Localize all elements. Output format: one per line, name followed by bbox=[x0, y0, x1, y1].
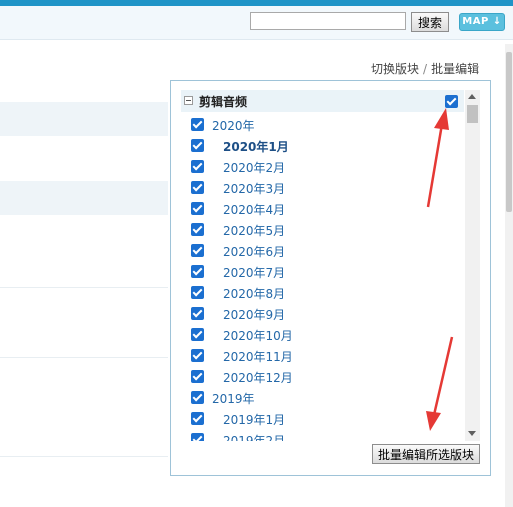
item-label[interactable]: 2020年10月 bbox=[223, 327, 293, 344]
item-label[interactable]: 2020年6月 bbox=[223, 243, 285, 260]
switch-board-link[interactable]: 切换版块 bbox=[371, 62, 419, 76]
item-label[interactable]: 2020年11月 bbox=[223, 348, 293, 365]
page-scroll-thumb[interactable] bbox=[506, 52, 512, 212]
item-label[interactable]: 2020年5月 bbox=[223, 222, 285, 239]
tree-item[interactable]: 2020年6月 bbox=[181, 240, 464, 261]
tree-item[interactable]: 2020年12月 bbox=[181, 366, 464, 387]
item-checkbox[interactable] bbox=[191, 307, 204, 320]
tree-title: 剪辑音频 bbox=[199, 95, 248, 109]
item-checkbox[interactable] bbox=[191, 181, 204, 194]
divider bbox=[0, 287, 168, 288]
item-checkbox[interactable] bbox=[191, 265, 204, 278]
tree-item[interactable]: 2020年10月 bbox=[181, 324, 464, 345]
map-button[interactable]: MAP ↓ bbox=[459, 13, 505, 31]
batch-edit-link[interactable]: 批量编辑 bbox=[431, 62, 479, 76]
tree-item[interactable]: 2020年2月 bbox=[181, 156, 464, 177]
tree-item[interactable]: 2020年9月 bbox=[181, 303, 464, 324]
arrow-down-icon: ↓ bbox=[492, 16, 502, 27]
item-checkbox[interactable] bbox=[191, 370, 204, 383]
item-label[interactable]: 2020年2月 bbox=[223, 159, 285, 176]
item-label[interactable]: 2020年7月 bbox=[223, 264, 285, 281]
item-checkbox[interactable] bbox=[191, 286, 204, 299]
link-separator: / bbox=[423, 62, 428, 76]
tree-scrollbar[interactable] bbox=[465, 90, 480, 441]
tree-item[interactable]: 2020年7月 bbox=[181, 261, 464, 282]
panel-links: 切换版块 / 批量编辑 bbox=[371, 60, 479, 77]
item-checkbox[interactable] bbox=[191, 412, 204, 425]
tree-header: 剪辑音频 bbox=[181, 90, 464, 112]
item-checkbox[interactable] bbox=[191, 244, 204, 257]
item-label[interactable]: 2020年3月 bbox=[223, 180, 285, 197]
item-label[interactable]: 2020年1月 bbox=[223, 138, 289, 155]
item-label[interactable]: 2019年 bbox=[212, 390, 255, 407]
scroll-thumb[interactable] bbox=[467, 105, 478, 123]
select-all-checkbox[interactable] bbox=[445, 95, 458, 108]
tree-item[interactable]: 2020年3月 bbox=[181, 177, 464, 198]
item-label[interactable]: 2019年2月 bbox=[223, 432, 285, 441]
background-row bbox=[0, 181, 168, 215]
divider bbox=[0, 456, 168, 457]
item-checkbox[interactable] bbox=[191, 349, 204, 362]
tree-item[interactable]: 2020年11月 bbox=[181, 345, 464, 366]
item-label[interactable]: 2020年 bbox=[212, 117, 255, 134]
item-checkbox[interactable] bbox=[191, 223, 204, 236]
page-scrollbar[interactable] bbox=[505, 44, 513, 507]
item-checkbox[interactable] bbox=[191, 139, 204, 152]
tree-item[interactable]: 2020年5月 bbox=[181, 219, 464, 240]
tree-item[interactable]: 2020年8月 bbox=[181, 282, 464, 303]
item-checkbox[interactable] bbox=[191, 391, 204, 404]
item-checkbox[interactable] bbox=[191, 202, 204, 215]
scroll-up-icon[interactable] bbox=[468, 94, 476, 99]
batch-edit-selected-button[interactable]: 批量编辑所选版块 bbox=[372, 444, 480, 464]
search-button[interactable]: 搜索 bbox=[411, 12, 449, 32]
background-row bbox=[0, 102, 168, 136]
item-checkbox[interactable] bbox=[191, 160, 204, 173]
item-label[interactable]: 2020年9月 bbox=[223, 306, 285, 323]
scroll-down-icon[interactable] bbox=[468, 431, 476, 436]
item-checkbox[interactable] bbox=[191, 118, 204, 131]
search-input[interactable] bbox=[250, 12, 406, 30]
map-label: MAP bbox=[462, 16, 489, 27]
divider bbox=[0, 357, 168, 358]
item-label[interactable]: 2020年4月 bbox=[223, 201, 285, 218]
tree-item[interactable]: 2020年 bbox=[181, 114, 464, 135]
tree-item[interactable]: 2020年1月 bbox=[181, 135, 464, 156]
item-label[interactable]: 2019年1月 bbox=[223, 411, 285, 428]
tree-item[interactable]: 2019年 bbox=[181, 387, 464, 408]
item-checkbox[interactable] bbox=[191, 433, 204, 441]
board-select-panel: 剪辑音频 2020年 2020年1月 2020年2月 2020年3月 2020年4月 20… bbox=[170, 80, 491, 476]
item-checkbox[interactable] bbox=[191, 328, 204, 341]
board-tree: 剪辑音频 2020年 2020年1月 2020年2月 2020年3月 2020年4月 20… bbox=[181, 90, 480, 441]
top-header: 搜索 MAP ↓ bbox=[0, 0, 513, 40]
tree-item[interactable]: 2019年2月 bbox=[181, 429, 464, 441]
collapse-icon[interactable] bbox=[184, 96, 193, 105]
tree-item[interactable]: 2020年4月 bbox=[181, 198, 464, 219]
item-label[interactable]: 2020年12月 bbox=[223, 369, 293, 386]
tree-item[interactable]: 2019年1月 bbox=[181, 408, 464, 429]
item-label[interactable]: 2020年8月 bbox=[223, 285, 285, 302]
